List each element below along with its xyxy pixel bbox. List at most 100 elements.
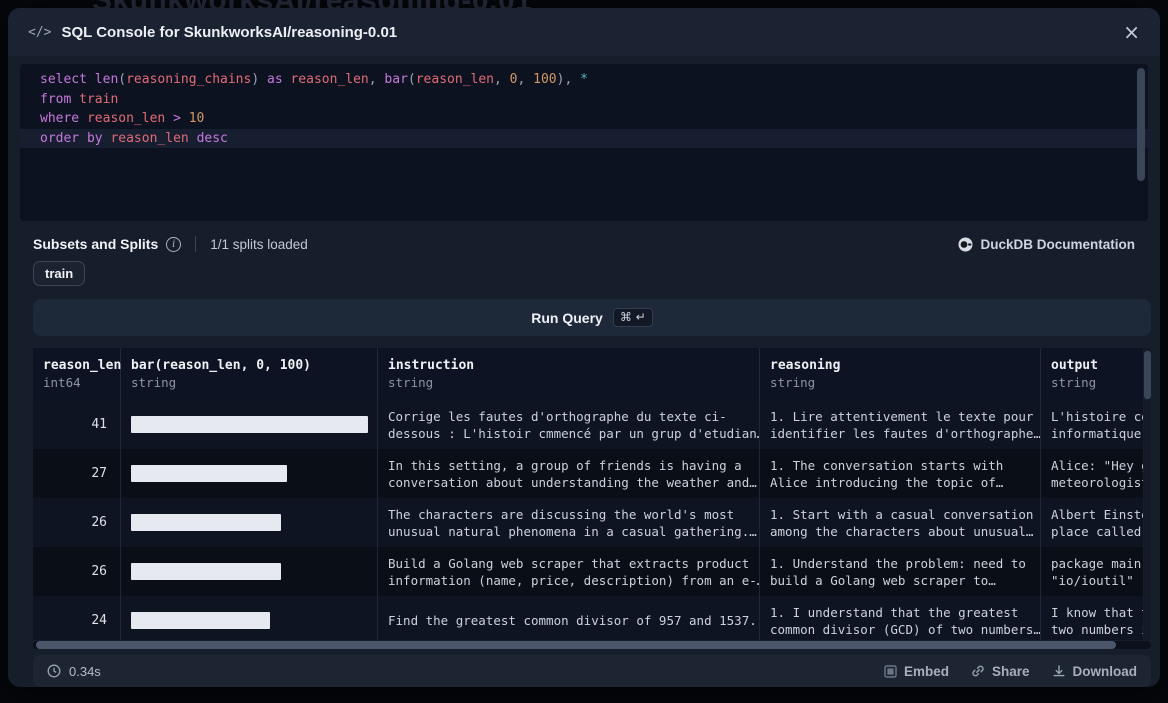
- cell-text-line: among the characters about unusual…: [770, 523, 1030, 540]
- code-token: (: [408, 72, 416, 87]
- code-token: train: [79, 92, 118, 107]
- info-icon[interactable]: i: [166, 237, 181, 252]
- cell-reason-len: 24: [33, 596, 121, 640]
- column-header-output: outputstring: [1041, 348, 1143, 400]
- cell-text-line: Alice: "Hey g: [1051, 457, 1143, 474]
- footer-actions: Embed Share Download: [884, 664, 1137, 679]
- cell-text-line: identifier les fautes d'orthographe…: [770, 425, 1030, 442]
- cell-text-line: Albert Einste: [1051, 506, 1143, 523]
- cell-text-line: place called: [1051, 523, 1143, 540]
- cell-text-line: In this setting, a group of friends is h…: [388, 457, 749, 474]
- code-token: ,: [518, 72, 534, 87]
- code-token: len: [95, 72, 118, 87]
- cell-output: Albert Einsteplace called: [1041, 498, 1143, 547]
- table-horizontal-scrollbar-thumb[interactable]: [36, 641, 1116, 649]
- share-link-icon: [971, 664, 985, 678]
- cell-reasoning: 1. Lire attentivement le texte pourident…: [760, 400, 1041, 449]
- code-token: ): [251, 72, 267, 87]
- divider: [195, 236, 196, 252]
- query-time: 0.34s: [47, 664, 101, 679]
- table-horizontal-scrollbar[interactable]: [33, 641, 1151, 649]
- cell-reasoning: 1. The conversation starts withAlice int…: [760, 449, 1041, 498]
- cell-text-line: unusual natural phenomena in a casual ga…: [388, 523, 749, 540]
- code-token: [79, 131, 87, 146]
- cell-text-line: conversation about understanding the wea…: [388, 474, 749, 491]
- editor-scrollbar[interactable]: [1137, 68, 1145, 217]
- code-token: reason_len: [416, 72, 494, 87]
- table-vertical-scrollbar-thumb[interactable]: [1144, 351, 1151, 399]
- table-row[interactable]: 27 In this setting, a group of friends is…: [33, 449, 1143, 498]
- cell-text-line: common divisor (GCD) of two numbers…: [770, 621, 1030, 638]
- sql-code[interactable]: select len(reasoning_chains) as reason_l…: [20, 70, 1148, 148]
- share-button[interactable]: Share: [971, 664, 1030, 679]
- download-button[interactable]: Download: [1052, 664, 1138, 679]
- column-header-bar(reason_len, 0, 100): bar(reason_len, 0, 100)string: [121, 348, 378, 400]
- code-token: reason_len: [87, 111, 165, 126]
- cell-instruction: The characters are discussing the world'…: [378, 498, 760, 547]
- code-token: [79, 111, 87, 126]
- sql-editor[interactable]: select len(reasoning_chains) as reason_l…: [20, 64, 1148, 221]
- table-row[interactable]: 41Corrige les fautes d'orthographe du te…: [33, 400, 1143, 449]
- cell-text-line: dessous : L'histoir cmmencé par un grup …: [388, 425, 749, 442]
- column-type: string: [388, 374, 749, 391]
- code-line[interactable]: order by reason_len desc: [20, 129, 1148, 149]
- cell-reason-len: 27: [33, 449, 121, 498]
- cell-reasoning: 1. I understand that the greatestcommon …: [760, 596, 1041, 640]
- cell-text-line: meteorologist: [1051, 474, 1143, 491]
- code-token: order: [40, 131, 79, 146]
- column-header-reasoning: reasoningstring: [760, 348, 1041, 400]
- column-type: int64: [43, 374, 110, 391]
- query-time-value: 0.34s: [69, 664, 101, 679]
- results-footer: 0.34s Embed Share Download: [33, 655, 1151, 687]
- column-header-reason_len: reason_lenint64: [33, 348, 121, 400]
- close-icon[interactable]: ×: [1123, 22, 1140, 42]
- table-vertical-scrollbar[interactable]: [1144, 348, 1151, 640]
- code-token: desc: [197, 131, 228, 146]
- run-query-button[interactable]: Run Query ⌘ ↵: [33, 299, 1151, 336]
- cell-text-line: information (name, price, description) f…: [388, 572, 749, 589]
- code-token: select: [40, 72, 87, 87]
- cell-bar: [121, 547, 378, 596]
- code-line[interactable]: select len(reasoning_chains) as reason_l…: [20, 70, 1148, 90]
- cell-text-line: Corrige les fautes d'orthographe du text…: [388, 408, 749, 425]
- code-token: 0: [510, 72, 518, 87]
- cell-reason-len: 26: [33, 498, 121, 547]
- column-type: string: [131, 374, 367, 391]
- cell-output: I know that ttwo numbers i: [1041, 596, 1143, 640]
- bar-chart-cell: [131, 563, 281, 580]
- cell-bar: [121, 596, 378, 640]
- table-row[interactable]: 26Build a Golang web scraper that extrac…: [33, 547, 1143, 596]
- table-row[interactable]: 24 Find the greatest common divisor of 95…: [33, 596, 1143, 640]
- code-token: from: [40, 92, 71, 107]
- code-token: [165, 111, 173, 126]
- code-token: [87, 72, 95, 87]
- bar-chart-cell: [131, 514, 281, 531]
- cell-text-line: 1. I understand that the greatest: [770, 604, 1030, 621]
- table-row[interactable]: 26 The characters are discussing the worl…: [33, 498, 1143, 547]
- code-token: reason_len: [290, 72, 368, 87]
- code-token: ),: [557, 72, 580, 87]
- column-name: output: [1051, 357, 1143, 374]
- cell-text-line: Build a Golang web scraper that extracts…: [388, 555, 749, 572]
- embed-button[interactable]: Embed: [884, 664, 949, 679]
- cell-text-line: 1. The conversation starts with: [770, 457, 1030, 474]
- code-token: reason_len: [110, 131, 188, 146]
- cell-bar: [121, 498, 378, 547]
- code-token: >: [173, 111, 181, 126]
- code-icon: </>: [28, 25, 51, 40]
- code-token: [189, 131, 197, 146]
- cell-bar: [121, 400, 378, 449]
- embed-label: Embed: [904, 664, 949, 679]
- code-token: as: [267, 72, 283, 87]
- cell-text-line: Find the greatest common divisor of 957 …: [388, 612, 749, 629]
- cell-text-line: informatique: [1051, 425, 1143, 442]
- column-name: reason_len: [43, 357, 110, 374]
- split-chip-train[interactable]: train: [33, 261, 85, 286]
- code-line[interactable]: from train: [20, 90, 1148, 110]
- duckdb-docs-link[interactable]: DuckDB Documentation: [958, 237, 1135, 252]
- modal-title: SQL Console for SkunkworksAI/reasoning-0…: [61, 24, 1113, 41]
- run-query-label: Run Query: [531, 310, 603, 326]
- code-token: ,: [369, 72, 385, 87]
- code-line[interactable]: where reason_len > 10: [20, 109, 1148, 129]
- editor-scrollbar-thumb[interactable]: [1137, 68, 1145, 181]
